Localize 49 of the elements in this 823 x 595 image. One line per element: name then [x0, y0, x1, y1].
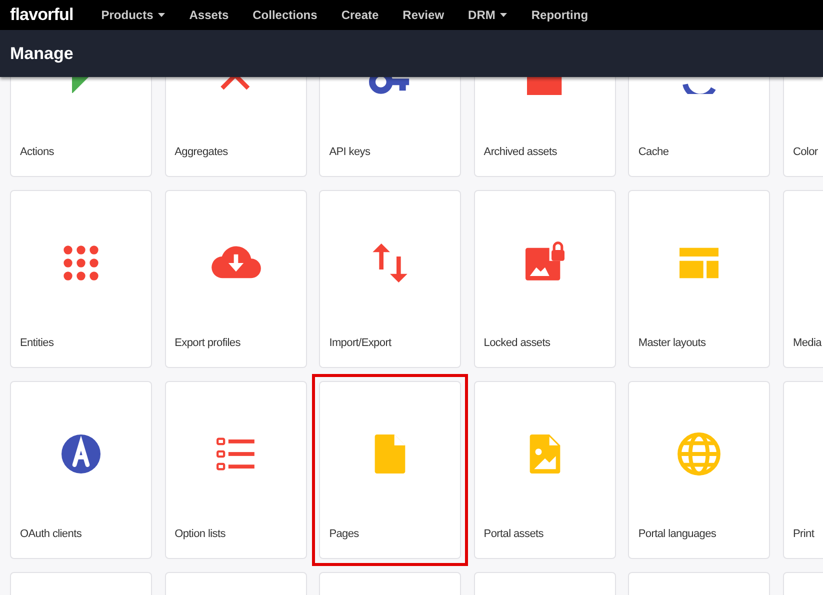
tile-label: Media — [792, 336, 822, 351]
tile-card[interactable]: Cache — [628, 77, 770, 177]
tile-card[interactable]: Portal assets — [474, 381, 616, 559]
tile-label: Portal assets — [482, 527, 544, 542]
tile-card[interactable]: Locked assets — [474, 190, 616, 368]
tile-label: Option lists — [174, 527, 226, 542]
tile-card[interactable]: Option lists — [164, 381, 307, 559]
nav-link[interactable]: Review — [402, 6, 444, 24]
nav-link[interactable]: Collections — [252, 6, 318, 24]
tile-card[interactable]: Print — [782, 381, 823, 559]
tile-card[interactable]: Archived assets — [474, 77, 616, 177]
page-title: Manage — [10, 42, 74, 65]
tile-label: API keys — [328, 145, 370, 160]
logo[interactable]: flavorful — [10, 2, 74, 28]
nav-link[interactable]: Assets — [189, 6, 229, 24]
nav-link[interactable]: Reporting — [531, 6, 588, 24]
nav-link[interactable]: Create — [341, 6, 379, 24]
tile-card[interactable]: API keys — [319, 77, 462, 177]
tile-card[interactable]: Portal languages — [628, 381, 770, 559]
tile-label: Import/Export — [328, 336, 392, 351]
refresh-icon — [682, 80, 717, 94]
tile-card[interactable]: Export profiles — [164, 190, 307, 368]
key-icon — [368, 77, 412, 94]
tile-label: Master layouts — [637, 336, 706, 351]
tile-card[interactable]: Actions — [10, 77, 152, 177]
tile-label: Aggregates — [174, 145, 228, 160]
caret-icon — [500, 13, 508, 17]
tile-card[interactable]: Media — [782, 190, 823, 368]
nav-link[interactable]: DRM — [468, 6, 508, 24]
tile-card[interactable]: Entities — [10, 190, 152, 368]
tile-card[interactable]: Import/Export — [319, 190, 462, 368]
tile-label: OAuth clients — [19, 527, 82, 542]
tile-label: Print — [792, 527, 814, 542]
tile-label: Actions — [19, 145, 54, 160]
caret-icon — [158, 13, 166, 17]
tile-card[interactable]: OAuth clients — [10, 381, 152, 559]
tile-label: Export profiles — [174, 336, 240, 351]
tile-card[interactable]: Master layouts — [628, 190, 770, 368]
tile-card[interactable]: Aggregates — [164, 77, 307, 177]
tile-label: Portal languages — [637, 527, 716, 542]
tile-label: Color — [792, 145, 818, 160]
tile-label: Locked assets — [482, 336, 550, 351]
tile-card[interactable]: Pages — [319, 381, 462, 559]
tile-label: Pages — [328, 527, 359, 542]
tile-label: Archived assets — [482, 145, 557, 160]
nav-link[interactable]: Products — [101, 6, 166, 24]
tile-card[interactable]: Color — [782, 77, 823, 177]
tile-label: Entities — [19, 336, 54, 351]
tile-label: Cache — [637, 145, 669, 160]
